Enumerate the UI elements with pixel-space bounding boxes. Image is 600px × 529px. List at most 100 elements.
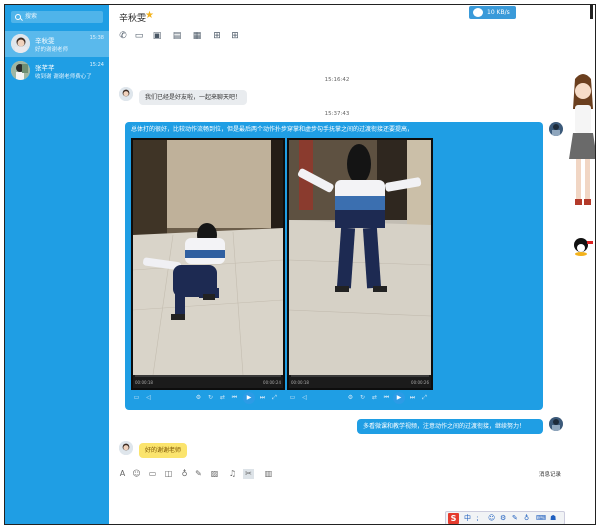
prev-icon[interactable]: ⏮ bbox=[383, 394, 390, 401]
keyboard-icon[interactable]: ⌨ bbox=[536, 513, 546, 524]
search-input[interactable]: 搜索 bbox=[11, 11, 103, 23]
message-bubble: 多看微课和教学视频，注意动作之间的过渡衔接，继续努力！ bbox=[357, 419, 543, 434]
fullscreen-icon[interactable]: ⤢ bbox=[271, 394, 278, 401]
music-icon[interactable]: ♫ bbox=[227, 469, 238, 479]
settings-icon[interactable]: ⚙ bbox=[500, 513, 506, 524]
image-icon[interactable]: ▨ bbox=[209, 469, 220, 479]
remote-desktop-icon[interactable]: ▦ bbox=[191, 31, 203, 41]
video-frame bbox=[133, 140, 283, 375]
video-button-row: ▭ ◁ ⚙ ↻ ⇄ ⏮ ▶ ⏭ ⤢ bbox=[131, 392, 285, 404]
timestamp: 15:16:42 bbox=[324, 77, 350, 83]
speed-value: 10 KB/s bbox=[487, 9, 510, 16]
pen-icon[interactable]: ✎ bbox=[193, 469, 204, 479]
shuffle-icon[interactable]: ⇄ bbox=[371, 394, 378, 401]
cloud-icon bbox=[473, 8, 483, 17]
timestamp: 15:37:43 bbox=[324, 111, 350, 117]
contact-item[interactable]: 张芊芊 收到谢 谢谢老师费心了 15:24 bbox=[5, 58, 109, 84]
next-icon[interactable]: ⏭ bbox=[409, 394, 416, 401]
right-panel bbox=[565, 49, 595, 524]
avatar bbox=[11, 61, 30, 80]
screen-share-icon[interactable]: ▣ bbox=[151, 31, 163, 41]
punctuation-icon[interactable]: ⁏ bbox=[476, 513, 478, 524]
video-progress[interactable] bbox=[135, 375, 281, 377]
video-time-end: 00:00:26 bbox=[411, 380, 429, 385]
avatar bbox=[11, 34, 30, 53]
video-frame bbox=[289, 140, 431, 375]
chat-window: 搜索 辛秋雯 好的谢谢老师 15:38 张芊芊 收到谢 谢谢老师费心了 15:2… bbox=[4, 4, 596, 525]
volume-icon[interactable]: ◁ bbox=[145, 394, 152, 401]
screenshot-icon[interactable]: ✂ bbox=[243, 469, 254, 479]
video-time-start: 00:00:18 bbox=[291, 380, 309, 385]
star-icon[interactable]: ★ bbox=[145, 10, 154, 21]
emoji-icon[interactable]: ☺ bbox=[131, 469, 142, 479]
chat-title: 辛秋雯 bbox=[119, 14, 147, 24]
contact-time: 15:38 bbox=[89, 35, 104, 41]
shirt-icon[interactable]: ☗ bbox=[550, 513, 556, 524]
gif-icon[interactable]: ▭ bbox=[147, 469, 158, 479]
message-history-link[interactable]: 消息记录 bbox=[539, 470, 561, 478]
settings-icon[interactable]: ⚙ bbox=[195, 394, 202, 401]
input-toolbar: A ☺ ▭ ◫ ♁ ✎ ▨ ♫ ✂ ▥ 消息记录 bbox=[109, 467, 565, 481]
video-button-row: ▭ ◁ ⚙ ↻ ⇄ ⏮ ▶ ⏭ ⤢ bbox=[287, 392, 433, 404]
video-controls: 00:00:18 00:00:26 bbox=[289, 375, 431, 388]
message-text: 总体打的很好，比较动作流畅到位，但是最后两个动作扑步穿掌和虚步勾手抚掌之间的过渡… bbox=[131, 126, 414, 133]
contact-last-message: 好的谢谢老师 bbox=[35, 47, 69, 53]
window-edge bbox=[590, 5, 593, 19]
phone-icon[interactable]: ✆ bbox=[117, 31, 129, 41]
settings-icon[interactable]: ⚙ bbox=[347, 394, 354, 401]
contact-sidebar: 搜索 辛秋雯 好的谢谢老师 15:38 张芊芊 收到谢 谢谢老师费心了 15:2… bbox=[5, 5, 109, 524]
sogou-logo-icon[interactable]: S bbox=[448, 513, 459, 524]
ime-toolbar: S 中 ⁏ ☺ ⚙ ✎ ♁ ⌨ ☗ bbox=[445, 511, 565, 524]
message-list: 15:16:42 我们已经是好友啦，一起来聊天吧！ 15:37:43 总体打的很… bbox=[109, 49, 565, 467]
play-button[interactable]: ▶ bbox=[393, 392, 405, 404]
font-icon[interactable]: A bbox=[117, 469, 128, 479]
message-text: 我们已经是好友啦，一起来聊天吧！ bbox=[145, 94, 242, 101]
search-placeholder: 搜索 bbox=[25, 13, 38, 20]
video-time-start: 00:00:18 bbox=[135, 380, 153, 385]
emoji-icon[interactable]: ☺ bbox=[488, 513, 495, 524]
play-button[interactable]: ▶ bbox=[243, 392, 255, 404]
anime-girl-image bbox=[565, 49, 595, 269]
folder-icon[interactable]: ▤ bbox=[171, 31, 183, 41]
contact-name: 辛秋雯 bbox=[35, 37, 55, 45]
invite-icon[interactable]: ⊞ bbox=[211, 31, 223, 41]
prev-icon[interactable]: ⏮ bbox=[231, 394, 238, 401]
video-player[interactable]: 00:00:18 00:00:26 bbox=[287, 138, 433, 390]
shuffle-icon[interactable]: ⇄ bbox=[219, 394, 226, 401]
contact-last-message: 收到谢 谢谢老师费心了 bbox=[35, 74, 92, 80]
sticker-icon[interactable]: ◫ bbox=[163, 469, 174, 479]
message-bubble: 我们已经是好友啦，一起来聊天吧！ bbox=[139, 90, 248, 105]
cast-icon[interactable]: ▭ bbox=[133, 394, 140, 401]
avatar[interactable] bbox=[549, 417, 563, 431]
message-text: 多看微课和教学视频，注意动作之间的过渡衔接，继续努力！ bbox=[363, 423, 526, 430]
video-time-end: 00:00:24 bbox=[263, 380, 281, 385]
video-player[interactable]: 00:00:18 00:00:24 bbox=[131, 138, 285, 390]
contact-name: 张芊芊 bbox=[35, 64, 55, 72]
avatar[interactable] bbox=[119, 441, 133, 455]
microphone-icon[interactable]: ♁ bbox=[179, 469, 190, 479]
avatar[interactable] bbox=[549, 122, 563, 136]
video-controls: 00:00:18 00:00:24 bbox=[133, 375, 283, 388]
volume-icon[interactable]: ◁ bbox=[301, 394, 308, 401]
search-icon bbox=[15, 14, 21, 20]
transfer-speed-badge[interactable]: 10 KB/s bbox=[469, 6, 516, 19]
trash-icon[interactable]: ▥ bbox=[263, 469, 274, 479]
avatar[interactable] bbox=[119, 87, 133, 101]
contact-time: 15:24 bbox=[89, 62, 104, 68]
cast-icon[interactable]: ▭ bbox=[289, 394, 296, 401]
next-icon[interactable]: ⏭ bbox=[259, 394, 266, 401]
apps-icon[interactable]: ⊞ bbox=[229, 31, 241, 41]
video-call-icon[interactable]: ▭ bbox=[133, 31, 145, 41]
loop-icon[interactable]: ↻ bbox=[207, 394, 214, 401]
contact-item[interactable]: 辛秋雯 好的谢谢老师 15:38 bbox=[5, 31, 109, 57]
ime-mode[interactable]: 中 bbox=[464, 513, 471, 524]
chat-header: 辛秋雯 ★ 10 KB/s ✆ ▭ ▣ ▤ ▦ ⊞ ⊞ bbox=[109, 5, 595, 49]
loop-icon[interactable]: ↻ bbox=[359, 394, 366, 401]
video-progress[interactable] bbox=[291, 375, 429, 377]
microphone-icon[interactable]: ♁ bbox=[524, 513, 529, 524]
message-bubble: 好的谢谢老师 bbox=[139, 443, 188, 458]
message-bubble: 总体打的很好，比较动作流畅到位，但是最后两个动作扑步穿掌和虚步勾手抚掌之间的过渡… bbox=[125, 122, 543, 410]
message-text: 好的谢谢老师 bbox=[145, 447, 182, 454]
fullscreen-icon[interactable]: ⤢ bbox=[421, 394, 428, 401]
pen-icon[interactable]: ✎ bbox=[512, 513, 518, 524]
